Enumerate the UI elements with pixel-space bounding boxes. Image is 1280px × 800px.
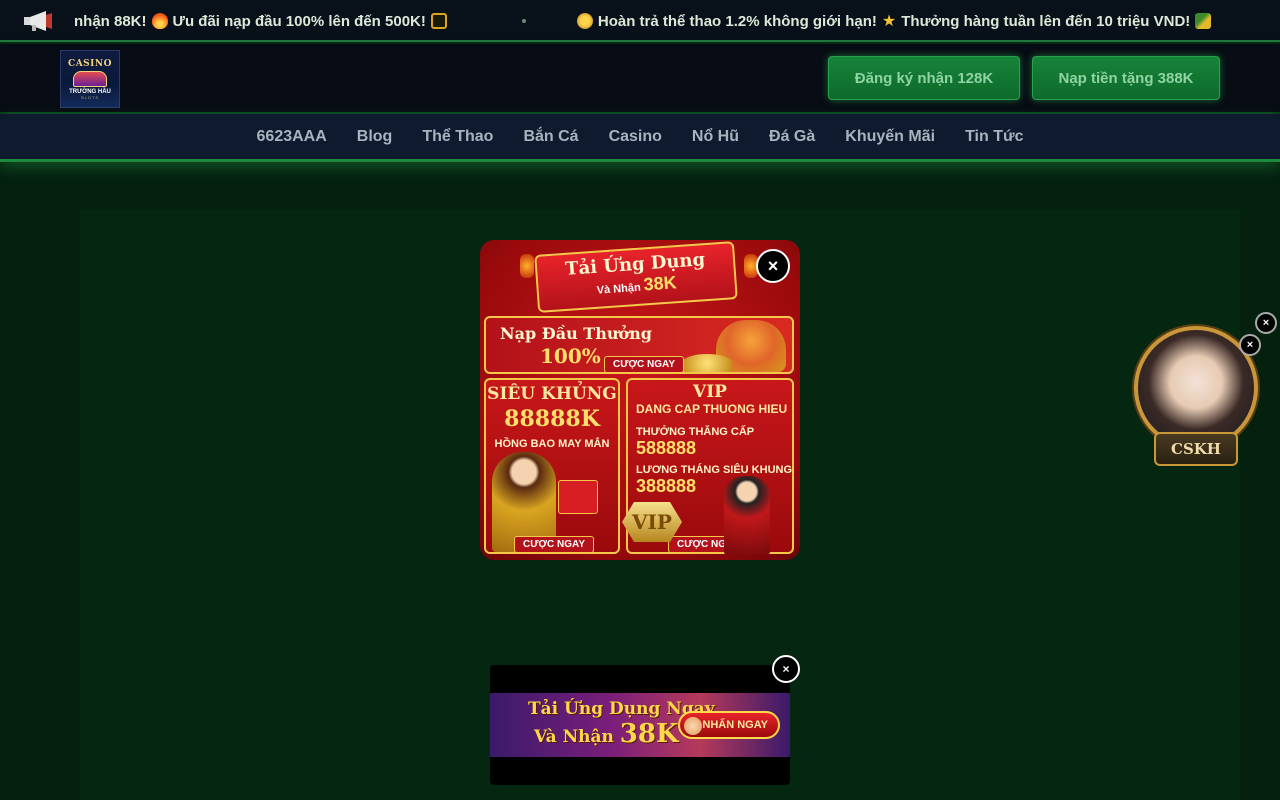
vip-subtitle: DANG CAP THUONG HIEU (636, 402, 788, 416)
ribbon-sub-amount: 38K (642, 272, 678, 295)
tap-hand-icon (684, 717, 702, 735)
lucky-title: SIÊU KHỦNG (487, 384, 617, 404)
ticker-segment-4: Thưởng hàng tuần lên đến 10 triệu VND! (901, 12, 1191, 30)
ribbon-sub-prefix: Và Nhận (596, 281, 642, 297)
banner-line-2: Và Nhận 38K (534, 719, 679, 749)
nav-item-6623aaa[interactable]: 6623AAA (257, 128, 327, 146)
support-close-button[interactable]: × (1255, 312, 1277, 334)
nav-item-casino[interactable]: Casino (609, 128, 662, 146)
medal-icon (576, 13, 593, 29)
nav-item-blog[interactable]: Blog (357, 128, 393, 146)
party-popper-icon (1195, 13, 1212, 29)
trophy-icon (430, 13, 447, 29)
main-nav: 6623AAA Blog Thể Thao Bắn Cá Casino Nổ H… (0, 114, 1280, 162)
first-deposit-title: Nạp Đầu Thưởng (500, 324, 652, 343)
banner-line-2-amount: 38K (619, 719, 679, 749)
deposit-button[interactable]: Nạp tiền tặng 388K (1032, 56, 1220, 100)
support-label: CSKH (1154, 432, 1238, 466)
logo-sub-text: SLOTS (80, 94, 100, 100)
promo-popup[interactable]: Tải Ứng Dụng Và Nhận 38K Nạp Đầu Thưởng … (480, 240, 800, 560)
nav-item-khuyen-mai[interactable]: Khuyến Mãi (845, 128, 935, 146)
vip-host-image (724, 476, 770, 554)
banner-close-button[interactable]: × (772, 655, 800, 683)
popup-ribbon: Tải Ứng Dụng Và Nhận 38K (534, 241, 738, 313)
bet-now-button-1[interactable]: CƯỢC NGAY (604, 356, 685, 373)
vip-title: VIP (693, 382, 727, 402)
gold-coins-image (682, 354, 732, 372)
nav-item-tin-tuc[interactable]: Tin Tức (965, 128, 1023, 146)
nav-item-da-ga[interactable]: Đá Gà (769, 128, 815, 146)
lucky-amount: 88888K (504, 406, 600, 432)
ticker-track: nhận 88K! Ưu đãi nạp đầu 100% lên đến 50… (74, 0, 1216, 40)
register-button[interactable]: Đăng ký nhận 128K (828, 56, 1020, 100)
vip-salary-value: 388888 (636, 476, 697, 496)
fire-icon (151, 13, 168, 29)
megaphone-icon (24, 11, 52, 31)
first-deposit-value: 100% (540, 344, 601, 368)
lucky-envelope-panel[interactable]: SIÊU KHỦNG 88888K HỒNG BAO MAY MẮN CƯỢC … (484, 378, 620, 554)
ticker-segment-3: Hoàn trả thể thao 1.2% không giới hạn! (597, 12, 877, 30)
ticker-text-1: nhận 88K! Ưu đãi nạp đầu 100% lên đến 50… (74, 13, 452, 30)
bet-now-button-2[interactable]: CƯỢC NGAY (514, 536, 595, 553)
ticker-text-2: Hoàn trả thể thao 1.2% không giới hạn! ★… (572, 11, 1216, 31)
star-icon: ★ (881, 13, 897, 30)
site-header: CASINO TRƯỜNG HẦU SLOTS Đăng ký nhận 128… (0, 44, 1280, 112)
first-deposit-panel[interactable]: Nạp Đầu Thưởng 100% CƯỢC NGAY (484, 316, 794, 374)
vip-salary-label: LƯƠNG THÁNG SIÊU KHUNG (636, 464, 793, 476)
ticker-separator (521, 19, 526, 23)
nav-item-ban-ca[interactable]: Bắn Cá (523, 128, 578, 146)
logo-emblem (73, 70, 107, 87)
banner-tap-now-button[interactable]: NHẤN NGAY (678, 711, 780, 739)
red-envelope-image (558, 480, 598, 514)
site-logo[interactable]: CASINO TRƯỜNG HẦU SLOTS (60, 50, 120, 108)
vip-upgrade-label: THƯỞNG THĂNG CẤP (636, 426, 755, 438)
popup-close-button[interactable]: × (756, 249, 790, 283)
app-download-banner[interactable]: Tải Ứng Dụng Ngay Và Nhận 38K NHẤN NGAY (490, 665, 790, 785)
ticker-segment-1: nhận 88K! (74, 12, 147, 30)
support-inner-close-button[interactable]: × (1239, 334, 1261, 356)
banner-image: Tải Ứng Dụng Ngay Và Nhận 38K NHẤN NGAY (490, 693, 790, 757)
banner-line-2-prefix: Và Nhận (534, 727, 614, 747)
nav-item-no-hu[interactable]: Nổ Hũ (692, 128, 739, 146)
lucky-subtitle: HỒNG BAO MAY MẮN (494, 438, 610, 450)
customer-support-widget[interactable]: CSKH × (1132, 324, 1261, 474)
lantern-decoration (520, 254, 534, 278)
ticker-segment-2: Ưu đãi nạp đầu 100% lên đến 500K! (172, 12, 426, 30)
logo-top-text: CASINO (68, 58, 112, 69)
nav-item-the-thao[interactable]: Thể Thao (422, 128, 493, 146)
vip-upgrade-value: 588888 (636, 438, 697, 458)
announcement-ticker: nhận 88K! Ưu đãi nạp đầu 100% lên đến 50… (0, 0, 1280, 42)
banner-button-label: NHẤN NGAY (702, 719, 768, 731)
vip-badge: VIP (622, 502, 682, 542)
